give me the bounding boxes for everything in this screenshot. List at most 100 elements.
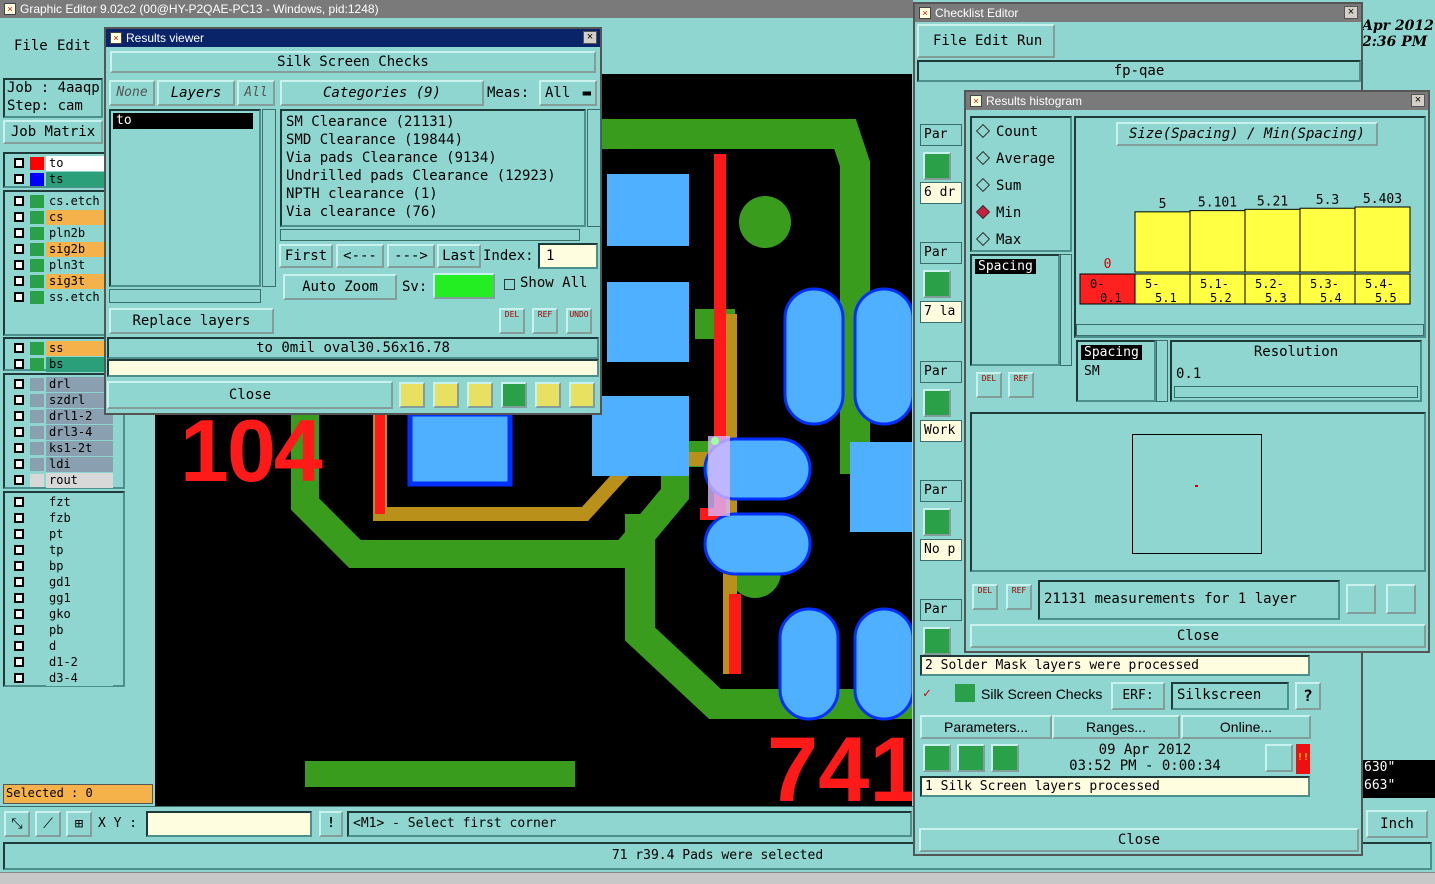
- ranges-button[interactable]: Ranges...: [1052, 715, 1180, 739]
- grid-icon[interactable]: ⊞: [66, 811, 92, 837]
- layer-color-swatch[interactable]: [30, 173, 44, 186]
- checklist-row-stub[interactable]: 7 la: [920, 301, 962, 323]
- highlight-icon[interactable]: [399, 382, 425, 408]
- histogram-bar[interactable]: [1354, 206, 1411, 273]
- numbering-icon[interactable]: [501, 382, 527, 408]
- category-item[interactable]: SM Clearance (21131): [286, 113, 580, 131]
- layer-row[interactable]: d3-4: [9, 671, 127, 686]
- layers-button[interactable]: Layers: [157, 80, 235, 106]
- delete-icon[interactable]: DEL: [972, 584, 998, 610]
- measure-list[interactable]: Spacing: [970, 254, 1060, 366]
- layer-checkbox[interactable]: [14, 497, 24, 507]
- layer-color-swatch[interactable]: [30, 560, 44, 573]
- run-action-icon[interactable]: [923, 508, 951, 536]
- histogram-bar[interactable]: [1244, 208, 1301, 273]
- histogram-close-button[interactable]: Close: [970, 624, 1426, 648]
- layer-row[interactable]: pt: [9, 527, 127, 542]
- layer-checkbox[interactable]: [14, 174, 24, 184]
- close-icon[interactable]: ×: [583, 31, 597, 44]
- layer-color-swatch[interactable]: [30, 275, 44, 288]
- layer-name[interactable]: d: [46, 639, 113, 654]
- erf-field[interactable]: Silkscreen: [1171, 682, 1289, 710]
- layer-color-swatch[interactable]: [30, 211, 44, 224]
- checklist-row-stub[interactable]: Par: [920, 242, 962, 264]
- checklist-row-stub[interactable]: Par: [920, 124, 962, 146]
- last-button[interactable]: Last: [437, 244, 481, 268]
- layer-checkbox[interactable]: [14, 459, 24, 469]
- layer-color-swatch[interactable]: [30, 195, 44, 208]
- layer-checkbox[interactable]: [14, 443, 24, 453]
- layer-name[interactable]: cs.etch: [46, 194, 113, 209]
- run-action-icon[interactable]: [923, 389, 951, 417]
- layer-list[interactable]: to: [109, 109, 261, 287]
- layer-name[interactable]: pt: [46, 527, 113, 542]
- layer-color-swatch[interactable]: [30, 442, 44, 455]
- layer-measure-item[interactable]: Spacing: [1081, 345, 1142, 360]
- layer-checkbox[interactable]: [14, 395, 24, 405]
- checklist-menu-file[interactable]: File: [933, 33, 967, 49]
- histogram-bar[interactable]: [1134, 211, 1191, 273]
- menu-edit[interactable]: Edit: [57, 38, 91, 54]
- layer-name[interactable]: ss.etch: [46, 290, 113, 305]
- layer-name[interactable]: drl3-4: [46, 425, 113, 440]
- xy-input[interactable]: [146, 811, 312, 837]
- unit-button[interactable]: Inch: [1366, 810, 1428, 838]
- show-all-checkbox[interactable]: [504, 279, 515, 290]
- layer-name[interactable]: sig3t: [46, 274, 113, 289]
- layer-name[interactable]: fzt: [46, 495, 113, 510]
- layer-name[interactable]: bs: [46, 357, 113, 372]
- layer-checkbox[interactable]: [14, 359, 24, 369]
- next-button[interactable]: --->: [387, 244, 435, 268]
- checklist-row-stub[interactable]: Par: [920, 480, 962, 502]
- parameters-button[interactable]: Parameters...: [920, 715, 1052, 739]
- all-button[interactable]: All: [237, 80, 275, 106]
- delete-icon[interactable]: DEL: [499, 308, 525, 334]
- zoom-in-icon[interactable]: [1346, 584, 1376, 614]
- alert-icon[interactable]: !: [319, 811, 343, 837]
- silk-check-checkbox[interactable]: ✓: [923, 686, 935, 701]
- main-title-bar[interactable]: × Graphic Editor 9.02c2 (00@HY-P2QAE-PC1…: [0, 0, 913, 18]
- layer-checkbox[interactable]: [14, 411, 24, 421]
- job-matrix-button[interactable]: Job Matrix: [3, 120, 103, 144]
- layer-row[interactable]: d: [9, 639, 127, 654]
- layer-color-swatch[interactable]: [30, 342, 44, 355]
- layer-name[interactable]: ss: [46, 341, 113, 356]
- layer-list-scrollbar[interactable]: [262, 109, 276, 287]
- measure-list-scrollbar[interactable]: [1060, 254, 1072, 366]
- categories-scrollbar[interactable]: [587, 109, 601, 227]
- layer-checkbox[interactable]: [14, 545, 24, 555]
- layer-name[interactable]: cs: [46, 210, 113, 225]
- index-input[interactable]: 1: [538, 243, 598, 269]
- sv-color-dropdown[interactable]: [433, 273, 495, 299]
- layer-color-swatch[interactable]: [30, 458, 44, 471]
- layer-checkbox[interactable]: [14, 609, 24, 619]
- layer-checkbox[interactable]: [14, 244, 24, 254]
- layer-color-swatch[interactable]: [30, 426, 44, 439]
- layer-name[interactable]: tp: [46, 543, 113, 558]
- layer-checkbox[interactable]: [14, 158, 24, 168]
- layer-checkbox[interactable]: [14, 379, 24, 389]
- category-item[interactable]: Via pads Clearance (9134): [286, 149, 580, 167]
- mode-radio-count[interactable]: Count: [975, 123, 1068, 144]
- layer-color-swatch[interactable]: [30, 592, 44, 605]
- layer-name[interactable]: sig2b: [46, 242, 113, 257]
- layer-row[interactable]: fzb: [9, 511, 127, 526]
- reference-icon[interactable]: REF: [532, 308, 558, 334]
- layer-row[interactable]: bp: [9, 559, 127, 574]
- layer-row[interactable]: drl3-4: [9, 425, 127, 440]
- layer-measure-scrollbar[interactable]: [1156, 340, 1168, 402]
- stop-icon[interactable]: [991, 744, 1019, 772]
- histogram-bar[interactable]: [1189, 210, 1246, 273]
- category-item[interactable]: Via clearance (76): [286, 203, 580, 221]
- layer-color-swatch[interactable]: [30, 394, 44, 407]
- run-action-icon[interactable]: [923, 627, 951, 655]
- layer-color-swatch[interactable]: [30, 656, 44, 669]
- category-item[interactable]: SMD Clearance (19844): [286, 131, 580, 149]
- layer-name[interactable]: fzb: [46, 511, 113, 526]
- zoom-out-icon[interactable]: [1386, 584, 1416, 614]
- chart-hscrollbar[interactable]: [1076, 324, 1424, 336]
- layer-row[interactable]: ldi: [9, 457, 127, 472]
- layer-checkbox[interactable]: [14, 427, 24, 437]
- layer-color-swatch[interactable]: [30, 608, 44, 621]
- layer-checkbox[interactable]: [14, 276, 24, 286]
